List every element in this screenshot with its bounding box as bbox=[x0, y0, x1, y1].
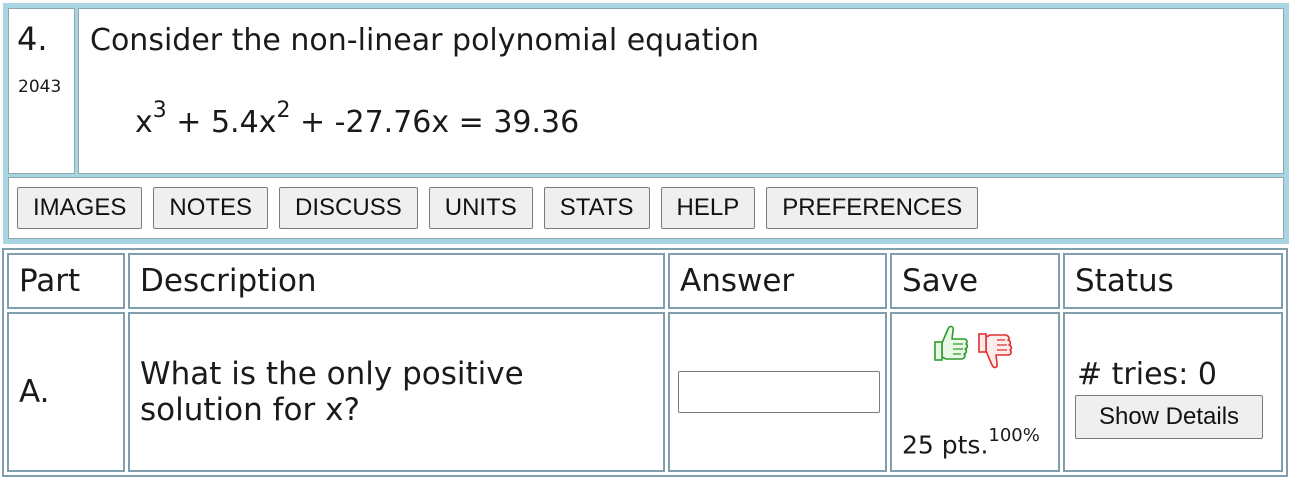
equation-term-x: x bbox=[135, 105, 153, 140]
toolbar: IMAGES NOTES DISCUSS UNITS STATS HELP PR… bbox=[17, 187, 979, 229]
header-status: Status bbox=[1063, 253, 1283, 309]
save-buttons bbox=[932, 323, 1014, 371]
points-label: 25 pts. bbox=[902, 430, 989, 459]
answer-cell bbox=[668, 312, 887, 472]
save-area: 25 pts.100% bbox=[902, 317, 1058, 467]
header-description: Description bbox=[128, 253, 665, 309]
save-cell: 25 pts.100% bbox=[890, 312, 1060, 472]
part-label: A. bbox=[7, 312, 125, 472]
table-header-row: Part Description Answer Save Status bbox=[7, 253, 1283, 309]
equation-term-mid: + 5.4x bbox=[166, 105, 277, 140]
thumbs-down-icon[interactable] bbox=[976, 323, 1014, 371]
part-description: What is the only positive solution for x… bbox=[140, 356, 524, 428]
table-row: A. What is the only positive solution fo… bbox=[7, 312, 1283, 472]
notes-button[interactable]: NOTES bbox=[153, 187, 269, 229]
question-id: 2043 bbox=[18, 77, 62, 97]
discuss-button[interactable]: DISCUSS bbox=[279, 187, 418, 229]
answer-input[interactable] bbox=[678, 371, 880, 413]
polynomial-equation: x3 + 5.4x2 + -27.76x = 39.36 bbox=[135, 95, 579, 143]
question-number-cell: 4. 2043 bbox=[8, 8, 75, 174]
images-button[interactable]: IMAGES bbox=[17, 187, 143, 229]
status-cell: # tries: 0 Show Details bbox=[1063, 312, 1283, 472]
header-save: Save bbox=[890, 253, 1060, 309]
preferences-button[interactable]: PREFERENCES bbox=[766, 187, 979, 229]
stats-button[interactable]: STATS bbox=[543, 187, 650, 229]
tries-count: # tries: 0 bbox=[1077, 357, 1217, 392]
toolbar-cell: IMAGES NOTES DISCUSS UNITS STATS HELP PR… bbox=[8, 177, 1284, 239]
question-frame: 4. 2043 Consider the non-linear polynomi… bbox=[3, 3, 1289, 244]
show-details-button[interactable]: Show Details bbox=[1075, 395, 1263, 439]
points-value: 25 pts.100% bbox=[902, 424, 1040, 459]
question-number: 4. bbox=[17, 20, 48, 58]
equation-exponent-3: 3 bbox=[152, 98, 167, 123]
units-button[interactable]: UNITS bbox=[428, 187, 533, 229]
answer-table: Part Description Answer Save Status A. W… bbox=[2, 248, 1288, 477]
question-intro: Consider the non-linear polynomial equat… bbox=[90, 23, 760, 58]
header-answer: Answer bbox=[668, 253, 887, 309]
equation-term-rest: + -27.76x = 39.36 bbox=[290, 105, 580, 140]
description-cell: What is the only positive solution for x… bbox=[128, 312, 665, 472]
status-area: # tries: 0 Show Details bbox=[1075, 317, 1281, 467]
header-part: Part bbox=[7, 253, 125, 309]
question-text-cell: Consider the non-linear polynomial equat… bbox=[78, 8, 1284, 174]
points-percent: 100% bbox=[988, 424, 1040, 446]
help-button[interactable]: HELP bbox=[660, 187, 756, 229]
thumbs-up-icon[interactable] bbox=[932, 323, 970, 371]
equation-exponent-2: 2 bbox=[276, 98, 291, 123]
